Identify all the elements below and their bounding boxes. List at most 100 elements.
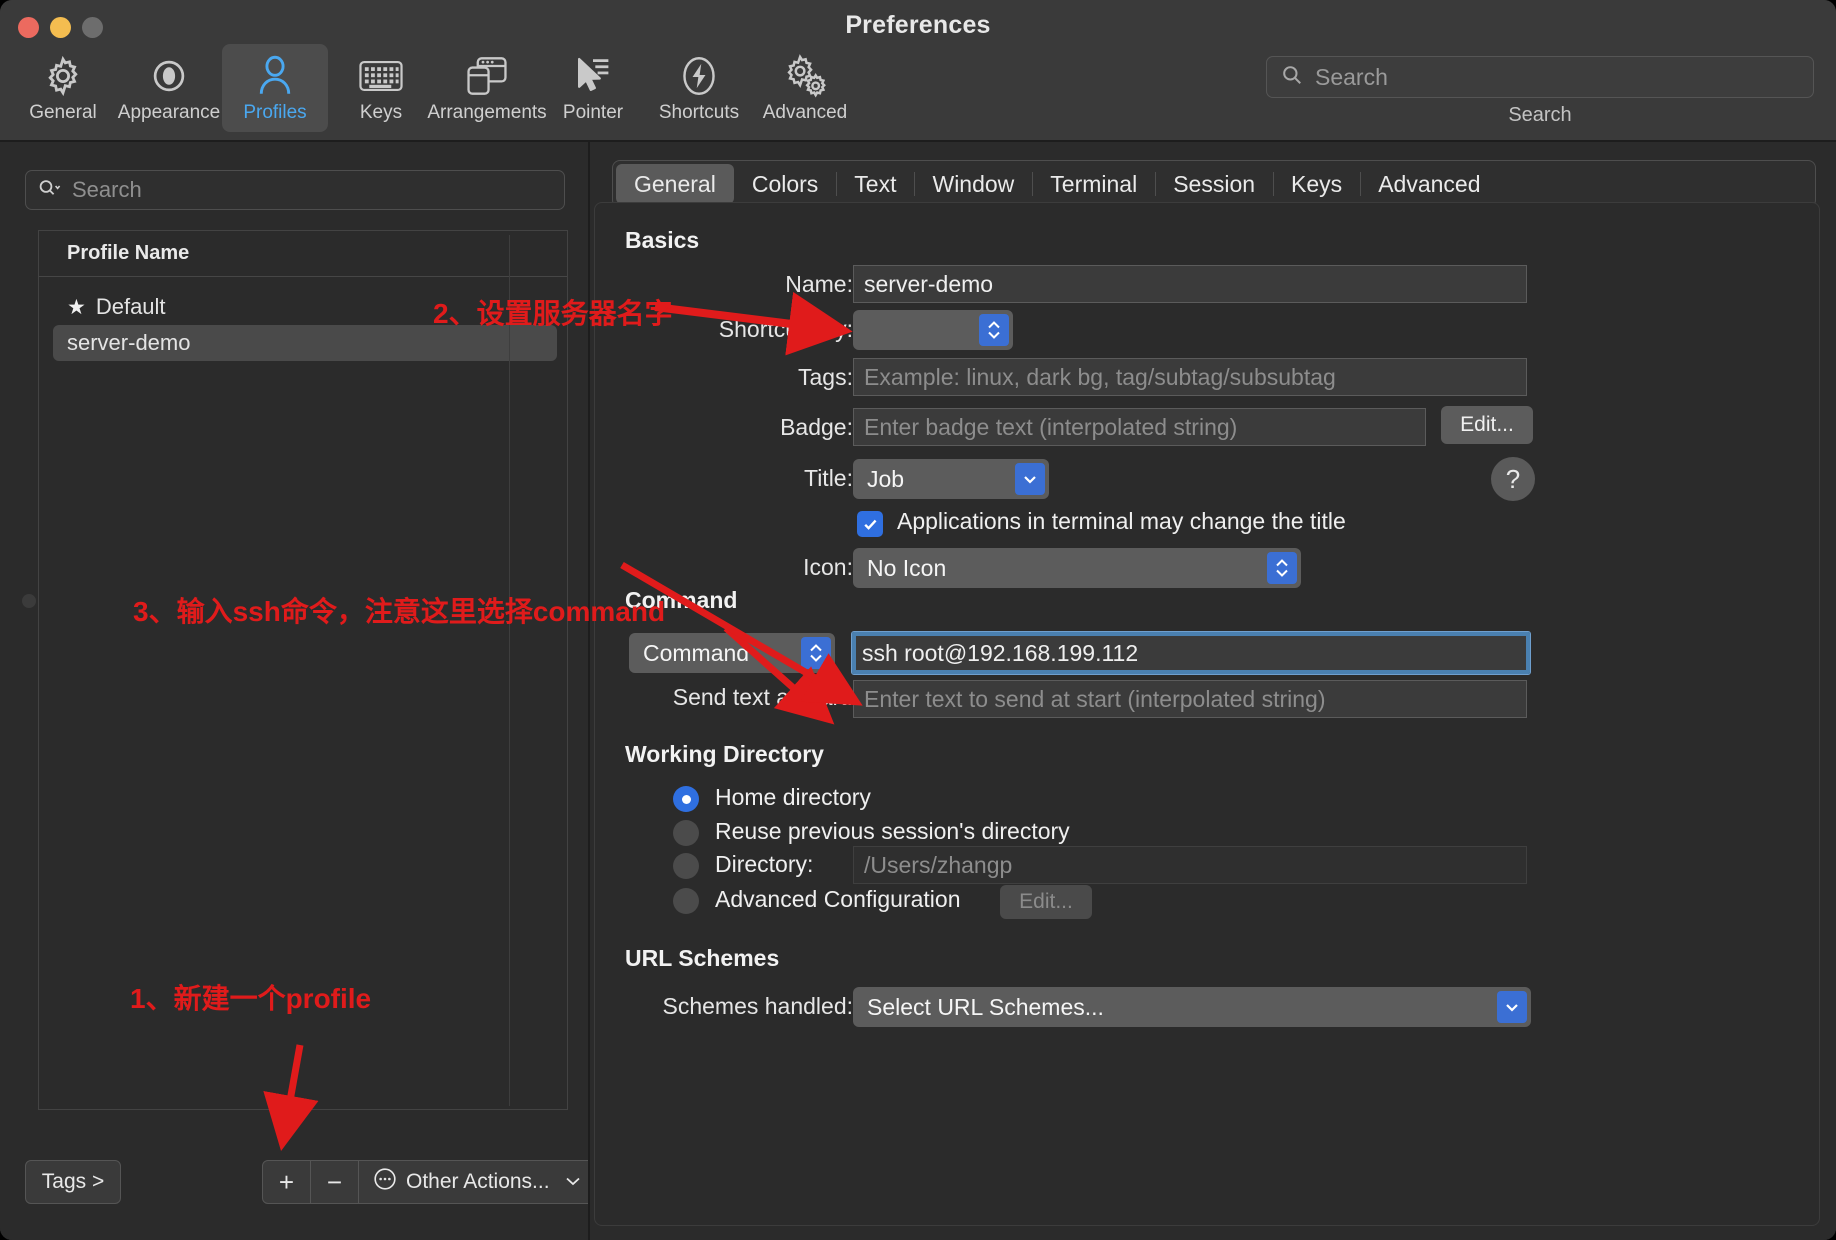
star-icon: ★: [67, 295, 86, 320]
ellipsis-circle-icon: [373, 1167, 397, 1197]
other-actions-button[interactable]: Other Actions...: [359, 1161, 595, 1203]
search-input[interactable]: Search: [1266, 56, 1814, 98]
tab-general[interactable]: General: [616, 164, 734, 204]
send-text-label: Send text at start:: [617, 684, 853, 711]
tab-terminal[interactable]: Terminal: [1032, 164, 1155, 204]
radio-custom-directory-label: Directory:: [715, 851, 813, 878]
tab-keys[interactable]: Keys: [1273, 164, 1360, 204]
title-help-button[interactable]: ?: [1491, 457, 1535, 501]
gear-icon: [42, 52, 84, 100]
column-separator[interactable]: [509, 235, 510, 1106]
preferences-toolbar: General Appearance Pro: [0, 44, 1836, 140]
general-settings-panel: Basics Name: server-demo Shortcut key: T…: [594, 202, 1820, 1226]
window-title: Preferences: [0, 11, 1836, 40]
name-input[interactable]: server-demo: [853, 265, 1527, 303]
remove-profile-button[interactable]: −: [311, 1161, 359, 1203]
radio-reuse-directory[interactable]: [673, 820, 699, 846]
title-value: Job: [867, 466, 904, 493]
stepper-arrows-icon[interactable]: [801, 637, 831, 669]
toolbar-item-general[interactable]: General: [10, 44, 116, 132]
tab-text[interactable]: Text: [836, 164, 914, 204]
toolbar-item-keys[interactable]: Keys: [328, 44, 434, 132]
keyboard-icon: [359, 52, 403, 100]
icon-select[interactable]: No Icon: [853, 548, 1301, 588]
radio-home-directory[interactable]: [673, 786, 699, 812]
icon-label: Icon:: [655, 554, 853, 581]
toolbar-item-label: Keys: [360, 102, 402, 124]
badge-input[interactable]: Enter badge text (interpolated string): [853, 408, 1426, 446]
column-header-profile-name: Profile Name: [39, 242, 189, 265]
profile-actions-group: + − Other Actions...: [262, 1160, 596, 1204]
profile-name: Default: [96, 294, 166, 320]
stepper-arrows-icon[interactable]: [979, 314, 1009, 346]
chevron-down-icon[interactable]: [1497, 991, 1527, 1023]
command-type-select[interactable]: Command: [629, 633, 835, 673]
cursor-icon: [572, 52, 614, 100]
name-label: Name:: [655, 271, 853, 298]
toolbar-item-shortcuts[interactable]: Shortcuts: [646, 44, 752, 132]
tab-window[interactable]: Window: [914, 164, 1032, 204]
icon-value: No Icon: [867, 555, 946, 582]
title-change-checkbox[interactable]: [857, 511, 883, 537]
annotation-3: 3、输入ssh命令，注意这里选择command: [133, 590, 665, 630]
stepper-arrows-icon[interactable]: [1267, 552, 1297, 584]
tab-advanced[interactable]: Advanced: [1360, 164, 1498, 204]
search-placeholder: Search: [1315, 64, 1388, 91]
chevron-down-icon: [565, 1173, 581, 1191]
directory-input[interactable]: /Users/zhangp: [853, 846, 1527, 884]
title-select[interactable]: Job: [853, 459, 1049, 499]
search-icon: [38, 178, 62, 203]
search-caption: Search: [1266, 104, 1814, 127]
gears-icon: [782, 52, 828, 100]
toolbar-item-label: Advanced: [763, 102, 848, 124]
annotation-2: 2、设置服务器名字: [433, 292, 673, 332]
bolt-icon: [679, 52, 719, 100]
eye-icon: [147, 52, 191, 100]
profile-name: server-demo: [67, 330, 190, 356]
section-title-basics: Basics: [625, 227, 699, 254]
command-type-value: Command: [643, 640, 749, 667]
pane-resize-handle[interactable]: [22, 594, 36, 608]
toolbar-item-advanced[interactable]: Advanced: [752, 44, 858, 132]
search-icon: [1281, 64, 1303, 91]
schemes-handled-select[interactable]: Select URL Schemes...: [853, 987, 1531, 1027]
schemes-handled-label: Schemes handled:: [613, 993, 853, 1020]
section-title-working-directory: Working Directory: [625, 741, 824, 768]
chevron-down-icon[interactable]: [1015, 463, 1045, 495]
toolbar-search-wrap: Search Search: [1266, 56, 1814, 127]
command-input[interactable]: ssh root@192.168.199.112: [851, 631, 1531, 675]
tab-session[interactable]: Session: [1155, 164, 1273, 204]
radio-advanced-configuration[interactable]: [673, 888, 699, 914]
add-profile-button[interactable]: +: [263, 1161, 311, 1203]
badge-label: Badge:: [655, 414, 853, 441]
radio-reuse-directory-label: Reuse previous session's directory: [715, 818, 1070, 845]
tab-colors[interactable]: Colors: [734, 164, 836, 204]
toolbar-item-appearance[interactable]: Appearance: [116, 44, 222, 132]
section-title-url-schemes: URL Schemes: [625, 945, 779, 972]
schemes-handled-value: Select URL Schemes...: [867, 994, 1104, 1021]
toolbar-item-label: Appearance: [118, 102, 220, 124]
toolbar-item-pointer[interactable]: Pointer: [540, 44, 646, 132]
profile-search-input[interactable]: Search: [25, 170, 565, 210]
toolbar-item-arrangements[interactable]: Arrangements: [434, 44, 540, 132]
toolbar-item-label: Arrangements: [427, 102, 546, 124]
badge-edit-button[interactable]: Edit...: [1441, 406, 1533, 444]
other-actions-label: Other Actions...: [406, 1170, 550, 1194]
toolbar-item-profiles[interactable]: Profiles: [222, 44, 328, 132]
shortcut-key-stepper[interactable]: [853, 310, 1013, 350]
radio-advanced-configuration-label: Advanced Configuration: [715, 886, 961, 913]
advanced-config-edit-button[interactable]: Edit...: [1000, 885, 1092, 919]
main-area: Search Profile Name ★ Default server-dem…: [0, 142, 1836, 1240]
radio-custom-directory[interactable]: [673, 853, 699, 879]
toolbar-item-label: Pointer: [563, 102, 623, 124]
profile-search-placeholder: Search: [72, 177, 142, 203]
tags-button[interactable]: Tags >: [25, 1160, 121, 1204]
tags-input[interactable]: Example: linux, dark bg, tag/subtag/subs…: [853, 358, 1527, 396]
tags-label: Tags:: [655, 364, 853, 391]
windows-icon: [465, 52, 509, 100]
profile-detail-pane: General Colors Text Window Terminal Sess…: [590, 142, 1836, 1240]
radio-home-directory-label: Home directory: [715, 784, 871, 811]
person-icon: [255, 52, 295, 100]
send-text-input[interactable]: Enter text to send at start (interpolate…: [853, 680, 1527, 718]
toolbar-items: General Appearance Pro: [10, 44, 858, 132]
